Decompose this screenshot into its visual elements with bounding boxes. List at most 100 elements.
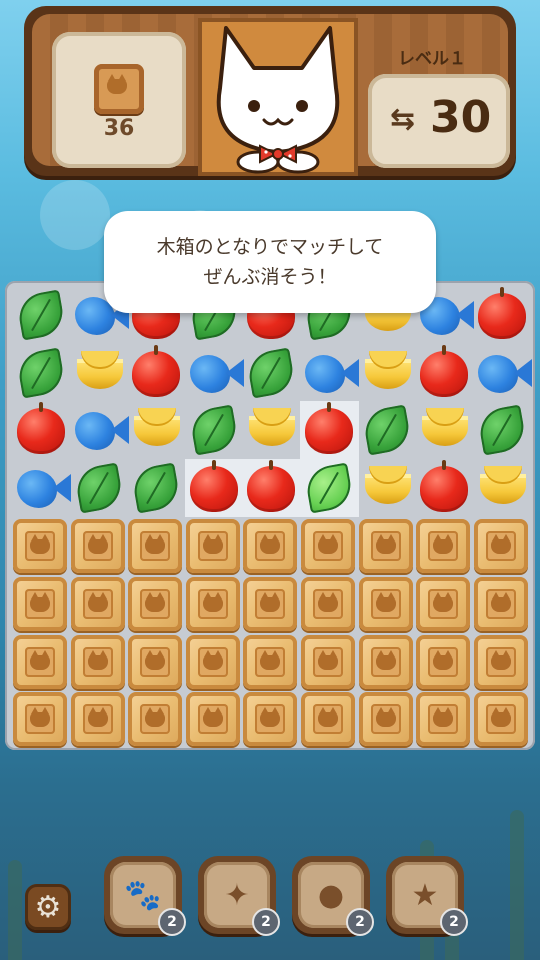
wooden-crate[interactable]	[128, 634, 183, 689]
cat-face-icon	[260, 649, 281, 670]
wooden-crate[interactable]	[301, 692, 355, 747]
wooden-crate[interactable]	[128, 577, 183, 631]
cat-face-icon	[490, 649, 511, 670]
wooden-crate[interactable]	[473, 634, 528, 689]
tile-apple[interactable]	[474, 287, 530, 343]
wooden-crate[interactable]	[358, 519, 413, 574]
crate-panel	[255, 646, 286, 677]
tile-fish[interactable]	[186, 345, 244, 401]
tile-apple[interactable]	[416, 459, 472, 516]
wooden-crate[interactable]	[473, 577, 528, 631]
cat-face-icon	[375, 649, 396, 670]
crate-panel	[82, 646, 113, 677]
goal-panel: 36	[52, 32, 186, 168]
crate-panel	[313, 589, 343, 619]
tile-banana[interactable]	[243, 402, 299, 458]
tile-fish[interactable]	[71, 402, 129, 458]
seaweed-decoration	[8, 860, 22, 960]
wooden-crate[interactable]	[70, 577, 125, 631]
wooden-crate[interactable]	[473, 519, 528, 574]
wooden-crate[interactable]	[301, 634, 355, 689]
wooden-crate[interactable]	[70, 692, 125, 747]
wooden-crate[interactable]	[70, 519, 125, 574]
wooden-crate[interactable]	[416, 577, 471, 631]
tile-leaf[interactable]	[13, 287, 69, 343]
cat-face-icon	[30, 534, 50, 555]
cat-face-icon	[87, 534, 108, 555]
crate-panel	[197, 704, 228, 735]
tile-banana[interactable]	[359, 345, 415, 401]
tile-apple[interactable]	[186, 459, 242, 516]
wooden-crate[interactable]	[13, 519, 67, 574]
wooden-crate[interactable]	[13, 692, 67, 747]
wooden-crate[interactable]	[185, 577, 240, 631]
wooden-crate[interactable]	[185, 634, 240, 689]
booster-shuffle-arrows-button[interactable]: ✦ 2	[198, 856, 280, 936]
leaf-icon	[15, 289, 67, 341]
wooden-crate[interactable]	[185, 692, 240, 747]
tile-fish[interactable]	[301, 345, 359, 401]
swap-arrows-icon: ⇆	[390, 102, 416, 137]
tile-apple[interactable]	[301, 402, 357, 458]
tile-apple[interactable]	[416, 344, 472, 401]
crate-panel	[485, 704, 516, 735]
wooden-crate[interactable]	[128, 692, 183, 747]
cat-face-icon	[202, 534, 223, 555]
wooden-crate[interactable]	[243, 577, 298, 631]
cat-face-icon	[490, 707, 511, 728]
wooden-crate[interactable]	[358, 692, 413, 747]
crate-panel	[485, 589, 516, 619]
wooden-crate[interactable]	[358, 634, 413, 689]
tile-leaf[interactable]	[128, 460, 184, 516]
crate-panel	[25, 646, 55, 677]
wooden-crate[interactable]	[70, 634, 125, 689]
tile-banana[interactable]	[71, 345, 127, 401]
tile-apple[interactable]	[128, 344, 184, 401]
cat-face-icon	[87, 649, 108, 670]
wooden-crate[interactable]	[243, 692, 298, 747]
cat-face-icon	[145, 707, 166, 728]
tile-leaf[interactable]	[13, 345, 69, 401]
wooden-crate[interactable]	[185, 519, 240, 574]
tile-banana[interactable]	[474, 460, 530, 516]
cat-face-icon	[260, 592, 281, 612]
tile-leaf[interactable]	[474, 402, 530, 458]
tile-banana[interactable]	[416, 402, 472, 458]
wooden-crate[interactable]	[416, 634, 471, 689]
cat-face-icon	[30, 592, 50, 612]
tile-fish[interactable]	[474, 345, 532, 401]
wooden-crate[interactable]	[243, 519, 298, 574]
tile-leaf[interactable]	[186, 402, 242, 458]
speech-line-1: 木箱のとなりでマッチして	[156, 236, 384, 258]
cat-face-icon	[318, 707, 338, 728]
settings-button[interactable]: ⚙	[25, 884, 71, 930]
tile-apple[interactable]	[13, 402, 69, 458]
booster-paw-hammer-button[interactable]: 🐾 2	[104, 856, 186, 936]
crate-panel	[313, 704, 343, 735]
wooden-crate[interactable]	[416, 692, 471, 747]
apple-icon	[189, 459, 238, 512]
crate-panel	[370, 646, 401, 677]
tile-fish[interactable]	[13, 460, 71, 516]
gear-icon: ⚙	[34, 889, 62, 925]
tile-banana[interactable]	[128, 402, 184, 458]
wooden-crate[interactable]	[301, 577, 355, 631]
tile-leaf-bright[interactable]	[301, 460, 357, 516]
wooden-crate[interactable]	[13, 577, 67, 631]
wooden-crate[interactable]	[301, 519, 355, 574]
wooden-crate[interactable]	[358, 577, 413, 631]
wooden-crate[interactable]	[128, 519, 183, 574]
tile-leaf[interactable]	[243, 345, 299, 401]
tutorial-speech-bubble[interactable]: 木箱のとなりでマッチして ぜんぶ消そう！	[104, 211, 436, 313]
tile-banana[interactable]	[359, 460, 415, 516]
wooden-crate[interactable]	[473, 692, 528, 747]
booster-star-wand-button[interactable]: ★ 2	[386, 856, 468, 936]
cat-face-icon	[202, 707, 223, 728]
wooden-crate[interactable]	[416, 519, 471, 574]
tile-apple[interactable]	[243, 459, 299, 516]
tile-leaf[interactable]	[71, 460, 127, 516]
tile-leaf[interactable]	[359, 402, 415, 458]
wooden-crate[interactable]	[13, 634, 67, 689]
booster-bomb-button[interactable]: ● 2	[292, 856, 374, 936]
wooden-crate[interactable]	[243, 634, 298, 689]
